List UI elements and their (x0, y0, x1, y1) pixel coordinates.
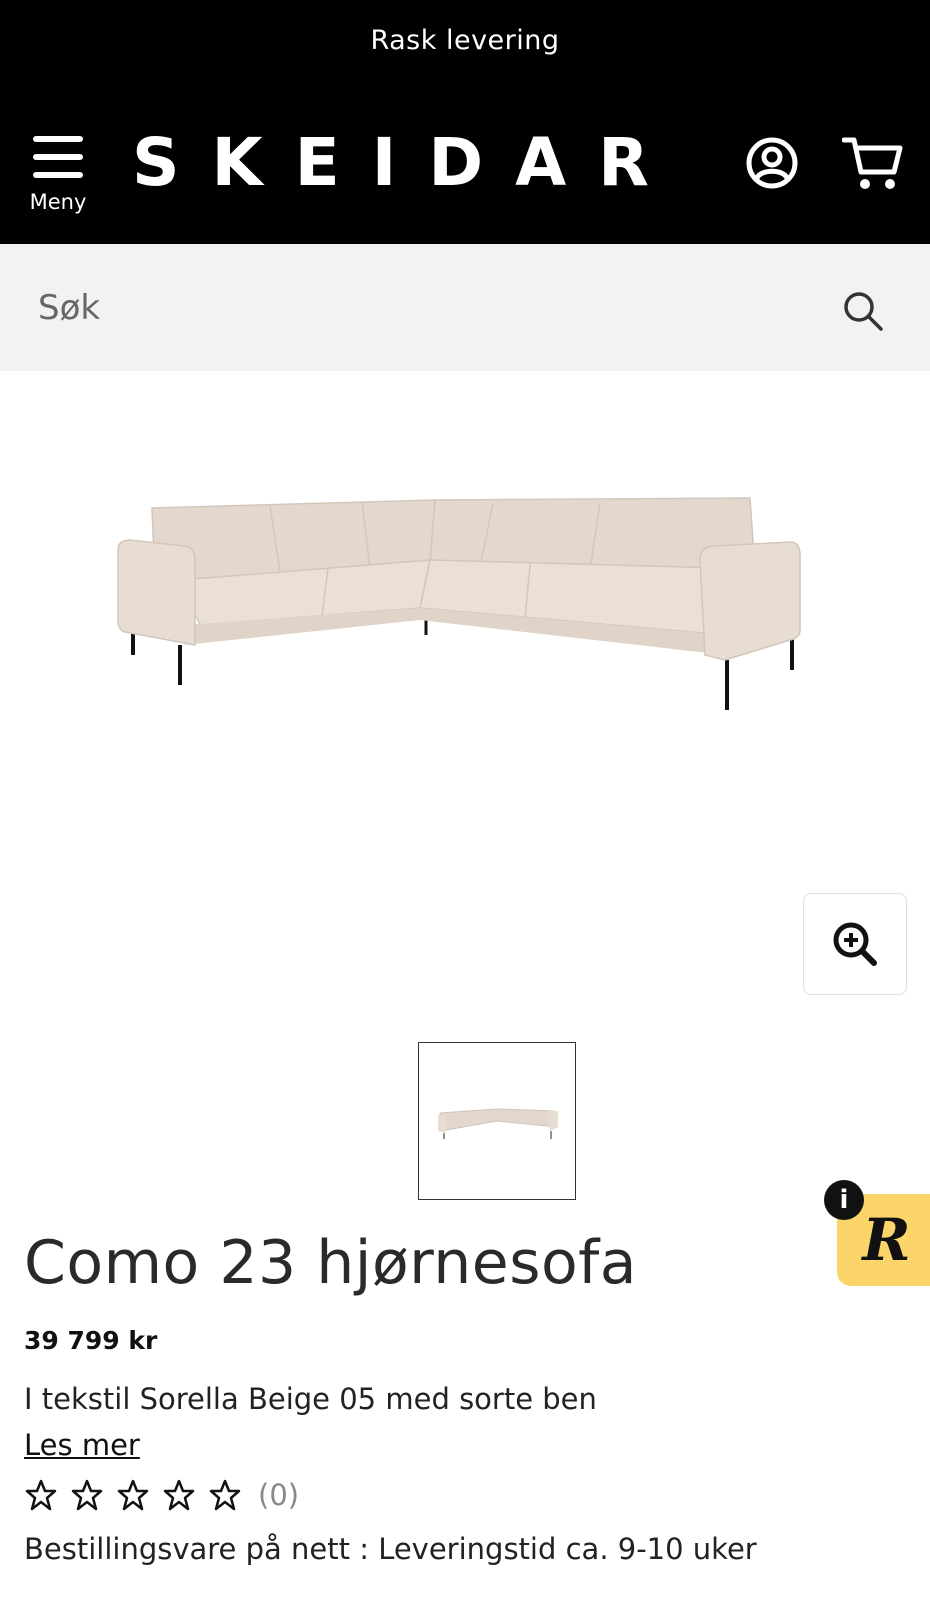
product-rating[interactable]: (0) (24, 1478, 299, 1512)
menu-label: Meny (29, 190, 87, 214)
product-description: I tekstil Sorella Beige 05 med sorte ben (24, 1382, 597, 1416)
menu-icon (33, 136, 83, 178)
star-icon (209, 1479, 241, 1511)
search-icon (844, 292, 883, 331)
product-title: Como 23 hjørnesofa (24, 1228, 638, 1298)
search-button[interactable] (842, 290, 884, 332)
zoom-in-icon (833, 922, 877, 966)
rating-count: (0) (258, 1478, 300, 1512)
site-header: Meny SKEIDAR (0, 80, 930, 244)
star-icon (163, 1479, 195, 1511)
cart-icon (841, 137, 903, 189)
product-image[interactable] (100, 460, 850, 740)
search-input[interactable] (38, 280, 798, 336)
badge-letter: R (862, 1206, 911, 1274)
star-icon (117, 1479, 149, 1511)
product-price: 39 799 kr (24, 1326, 158, 1355)
search-bar (0, 244, 930, 371)
zoom-button[interactable] (803, 893, 907, 995)
menu-button[interactable]: Meny (28, 136, 88, 216)
account-button[interactable] (745, 136, 799, 190)
thumbnail-image (438, 1108, 558, 1139)
star-icon (71, 1479, 103, 1511)
delivery-info: Bestillingsvare på nett : Leveringstid c… (24, 1532, 757, 1566)
read-more-link[interactable]: Les mer (24, 1428, 140, 1462)
site-logo[interactable]: SKEIDAR (132, 128, 681, 198)
star-icon (25, 1479, 57, 1511)
promo-bar: Rask levering (0, 0, 930, 80)
product-thumbnail[interactable] (418, 1042, 576, 1200)
account-icon (746, 137, 798, 189)
cart-button[interactable] (841, 134, 904, 192)
promo-text: Rask levering (370, 24, 560, 56)
info-icon[interactable]: i (824, 1180, 864, 1220)
